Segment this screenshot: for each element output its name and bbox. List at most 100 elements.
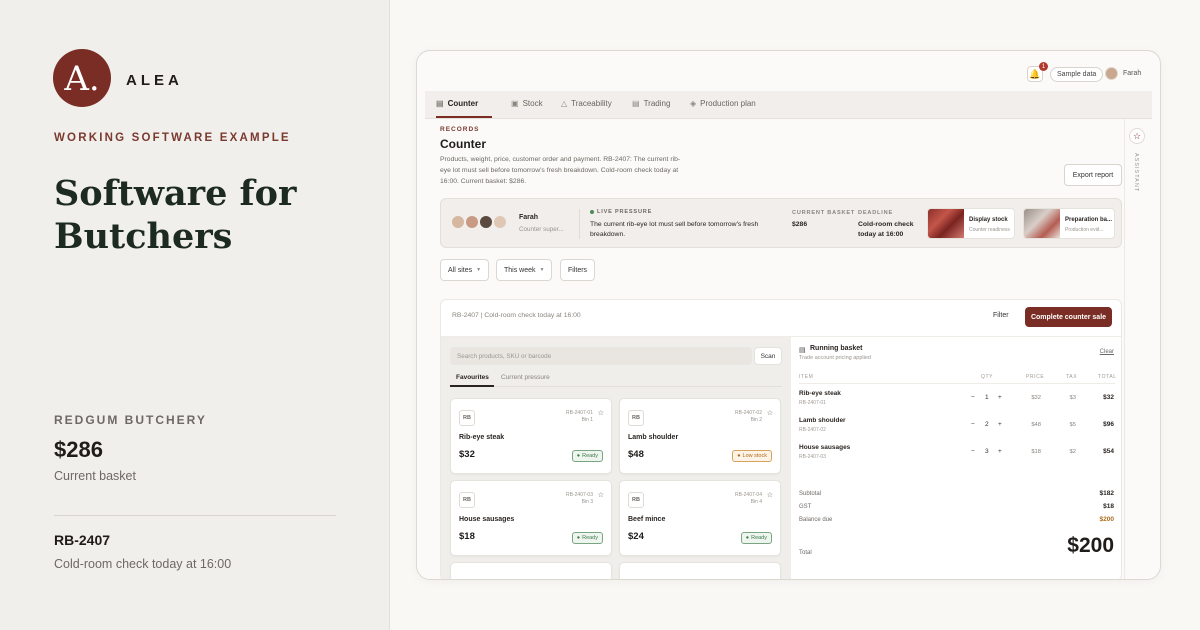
product-price: $24 — [628, 531, 644, 542]
item-tax: $5 — [1069, 422, 1076, 428]
business-name: REDGUM BUTCHERY — [54, 413, 207, 427]
complete-sale-button[interactable]: Complete counter sale — [1025, 307, 1112, 327]
site-select[interactable]: All sites ▼ — [440, 259, 490, 281]
sample-data-button[interactable]: Sample data — [1050, 67, 1104, 82]
item-price: $18 — [1031, 449, 1041, 455]
running-basket: ▤ Running basket Trade account pricing a… — [791, 337, 1121, 579]
product-tag: RB — [459, 492, 475, 508]
user-avatar[interactable] — [1105, 67, 1118, 80]
status-text: Ready — [751, 535, 767, 541]
tab-stock[interactable]: ▣ Stock — [511, 99, 543, 108]
tab-current-pressure[interactable]: Current pressure — [501, 374, 550, 381]
column-header: ITEM — [799, 374, 814, 380]
product-tag: RB — [628, 492, 644, 508]
subtotal-label: Subtotal — [799, 491, 822, 497]
star-icon[interactable]: ☆ — [1129, 128, 1145, 144]
item-total: $32 — [1103, 394, 1114, 401]
tab-traceability[interactable]: △ Traceability — [561, 99, 612, 108]
product-card[interactable]: RB RB-2407-01 Bin 1 ☆ Rib-eye steak $32 ●… — [450, 398, 612, 474]
product-card[interactable]: RB RB-2407-03 Bin 3 ☆ House sausages $18 … — [450, 480, 612, 556]
gst-label: GST — [799, 504, 812, 510]
product-lot: RB-2407-02 Bin 2 — [735, 410, 762, 424]
filters-label: Filters — [568, 266, 588, 274]
tab-counter[interactable]: ▤ Counter — [436, 99, 478, 108]
counter-icon: ▤ — [436, 99, 444, 108]
display-stock-card[interactable]: Display stock Counter readiness — [927, 208, 1015, 239]
increase-qty-button[interactable]: + — [998, 448, 1002, 455]
tab-trading[interactable]: ▤ Trading — [632, 99, 670, 108]
tab-production-plan[interactable]: ◈ Production plan — [690, 99, 756, 108]
pressure-person-role: Counter super... — [519, 226, 564, 233]
assistant-label[interactable]: ASSISTANT — [1133, 153, 1139, 192]
deadline-label: DEADLINE — [858, 210, 893, 216]
clear-basket-link[interactable]: Clear — [1100, 349, 1114, 355]
box-icon: ▣ — [511, 99, 519, 108]
product-price: $32 — [459, 449, 475, 460]
counter-panel: RB-2407 | Cold-room check today at 16:00… — [440, 299, 1122, 579]
product-lot: RB-2407-03 Bin 3 — [566, 492, 593, 506]
increase-qty-button[interactable]: + — [998, 394, 1002, 401]
item-total: $54 — [1103, 448, 1114, 455]
bin-label: Bin 4 — [750, 499, 762, 505]
scan-button[interactable]: Scan — [754, 347, 782, 365]
star-icon[interactable]: ☆ — [767, 409, 773, 417]
product-price: $48 — [628, 449, 644, 460]
star-icon[interactable]: ☆ — [598, 409, 604, 417]
lot-code: RB-2407-04 — [735, 492, 762, 498]
basket-item-name: House sausages — [799, 444, 851, 451]
flask-icon: △ — [561, 99, 568, 108]
search-input[interactable]: Search products, SKU or barcode — [450, 347, 752, 365]
main-tabs: ▤ Counter ▣ Stock △ Traceability ▤ Trading ◈… — [425, 91, 1152, 119]
topbar: 🔔 1 Sample data Farah — [417, 51, 1160, 91]
decrease-qty-button[interactable]: − — [971, 394, 975, 401]
tab-label: Production plan — [700, 99, 756, 108]
divider — [579, 209, 580, 239]
product-price: $18 — [459, 531, 475, 542]
filter-button[interactable]: Filter — [993, 309, 1009, 322]
filters-button[interactable]: Filters — [560, 259, 596, 281]
basket-caption: Current basket — [54, 469, 136, 483]
live-dot-icon — [590, 209, 594, 214]
reference-code: RB-2407 — [54, 532, 111, 548]
item-price: $32 — [1031, 395, 1041, 401]
page-description: Products, weight, price, customer order … — [440, 156, 681, 185]
total-value: $200 — [1067, 534, 1114, 557]
export-report-button[interactable]: Export report — [1064, 164, 1122, 186]
status-dot-icon: ● — [576, 453, 581, 459]
tab-favourites[interactable]: Favourites — [456, 374, 489, 381]
card-title: Preparation ba... — [1065, 217, 1113, 223]
live-pressure-label: LIVE PRESSURE — [590, 209, 652, 215]
reference-caption: Cold-room check today at 16:00 — [54, 557, 232, 571]
basket-value: $286 — [54, 437, 103, 462]
bin-label: Bin 1 — [581, 417, 593, 423]
page-title: Counter — [440, 137, 486, 151]
product-card[interactable] — [619, 562, 781, 579]
star-icon[interactable]: ☆ — [767, 491, 773, 499]
basket-title: Running basket — [810, 345, 863, 352]
product-name: House sausages — [459, 516, 515, 523]
star-icon[interactable]: ☆ — [598, 491, 604, 499]
balance-value: $200 — [1099, 516, 1114, 523]
product-tag: RB — [459, 410, 475, 426]
divider — [799, 383, 1115, 384]
product-card[interactable]: RB RB-2407-02 Bin 2 ☆ Lamb shoulder $48 ●… — [619, 398, 781, 474]
user-name[interactable]: Farah — [1123, 70, 1141, 77]
item-tax: $2 — [1069, 449, 1076, 455]
decrease-qty-button[interactable]: − — [971, 421, 975, 428]
avatar — [479, 215, 493, 229]
increase-qty-button[interactable]: + — [998, 421, 1002, 428]
product-card[interactable] — [450, 562, 612, 579]
decrease-qty-button[interactable]: − — [971, 448, 975, 455]
lot-code: RB-2407-01 — [566, 410, 593, 416]
product-card[interactable]: RB RB-2407-04 Bin 4 ☆ Beef mince $24 ● Rea… — [619, 480, 781, 556]
column-header: TOTAL — [1098, 374, 1117, 380]
preparation-card[interactable]: Preparation ba... Production evid... — [1023, 208, 1115, 239]
layers-icon: ◈ — [690, 99, 697, 108]
period-select[interactable]: This week ▼ — [496, 259, 553, 281]
basket-item-name: Rib-eye steak — [799, 390, 841, 397]
status-text: Low stock — [742, 453, 767, 459]
avatar — [465, 215, 479, 229]
total-label: Total — [799, 550, 812, 556]
active-subtab-indicator — [450, 385, 494, 387]
tab-label: Stock — [522, 99, 543, 108]
